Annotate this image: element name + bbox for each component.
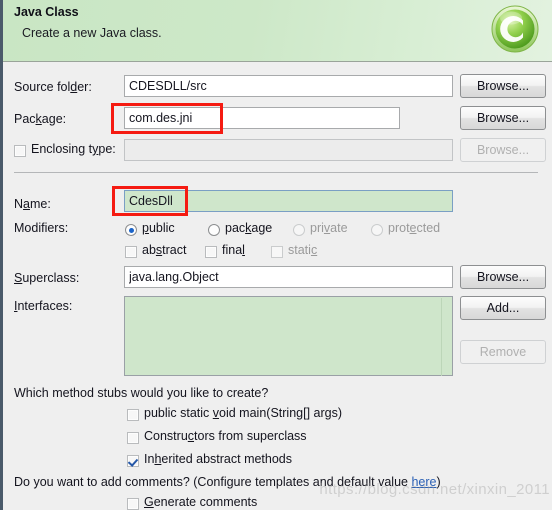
- modifier-label-package: package: [225, 221, 273, 235]
- modifiers-label: Modifiers:: [14, 221, 69, 235]
- new-java-class-dialog: Java Class Create a new Java class. Sour…: [0, 0, 552, 510]
- superclass-label: Superclass:: [14, 271, 80, 285]
- enclosing-type-checkbox[interactable]: [14, 145, 26, 157]
- modifier-radio-private: [293, 224, 305, 236]
- modifier-label-public: public: [142, 221, 175, 235]
- interfaces-remove-button: Remove: [460, 340, 546, 364]
- enclosing-type-label: Enclosing type:: [31, 142, 116, 156]
- modifier-checkbox-abstract[interactable]: [125, 246, 137, 258]
- generate-comments-label: Generate comments: [144, 495, 258, 509]
- stub-checkbox-inherited[interactable]: [127, 455, 139, 467]
- modifier-label-protected: protected: [388, 221, 441, 235]
- modifier-radio-package[interactable]: [208, 224, 220, 236]
- source-folder-label: Source folder:: [14, 80, 92, 94]
- modifier-label-static: static: [288, 243, 318, 257]
- modifier-checkbox-static: [271, 246, 283, 258]
- modifier-radio-public[interactable]: [125, 224, 137, 236]
- stub-label-main: public static void main(String[] args): [144, 406, 342, 420]
- java-class-green-c-icon: [491, 5, 539, 53]
- stub-label-inherited: Inherited abstract methods: [144, 452, 293, 466]
- modifier-label-abstract: abstract: [142, 243, 187, 257]
- source-folder-input[interactable]: [124, 75, 453, 97]
- superclass-input[interactable]: [124, 266, 453, 288]
- watermark: https://blog.csdn.net/xinxin_2011: [319, 481, 550, 498]
- page-subtitle: Create a new Java class.: [22, 26, 162, 40]
- generate-comments-checkbox[interactable]: [127, 498, 139, 510]
- interfaces-label: Interfaces:: [14, 299, 73, 313]
- package-browse-button[interactable]: Browse...: [460, 106, 546, 130]
- enclosing-type-input[interactable]: [124, 139, 453, 161]
- modifier-radio-protected: [371, 224, 383, 236]
- modifier-label-private: private: [310, 221, 348, 235]
- page-title: Java Class: [14, 5, 79, 19]
- modifier-label-final: final: [222, 243, 245, 257]
- interfaces-scrollbar[interactable]: [441, 298, 442, 376]
- stub-label-constructors: Constructors from superclass: [144, 429, 307, 443]
- section-divider-1: [14, 172, 538, 173]
- method-stubs-question: Which method stubs would you like to cre…: [14, 386, 269, 400]
- interfaces-listbox[interactable]: [124, 296, 453, 376]
- package-input[interactable]: [124, 107, 400, 129]
- name-input[interactable]: [124, 190, 453, 212]
- interfaces-add-button[interactable]: Add...: [460, 296, 546, 320]
- source-folder-browse-button[interactable]: Browse...: [460, 74, 546, 98]
- modifier-checkbox-final[interactable]: [205, 246, 217, 258]
- dialog-left-edge: [0, 0, 3, 510]
- dialog-header: Java Class Create a new Java class.: [3, 0, 552, 62]
- stub-checkbox-constructors[interactable]: [127, 432, 139, 444]
- stub-checkbox-main[interactable]: [127, 409, 139, 421]
- name-label: Name:: [14, 197, 51, 211]
- package-label: Package:: [14, 112, 67, 126]
- enclosing-type-browse-button: Browse...: [460, 138, 546, 162]
- superclass-browse-button[interactable]: Browse...: [460, 265, 546, 289]
